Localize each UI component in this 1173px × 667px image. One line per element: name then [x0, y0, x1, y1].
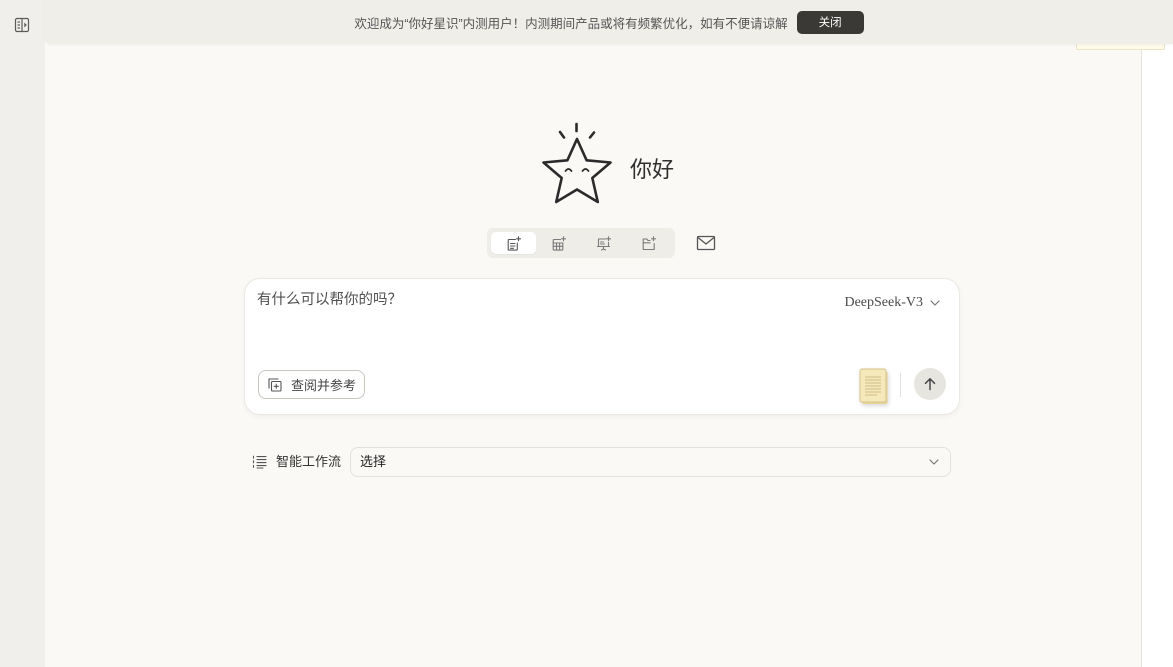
new-folder-icon: [641, 235, 656, 251]
toolbar-divider: [900, 373, 901, 397]
beta-notice-banner: 欢迎成为“你好星识”内测用户！内测期间产品或将有频繁优化，如有不便请谅解 关闭: [45, 0, 1173, 44]
create-type-tabs: [487, 228, 675, 258]
new-document-icon: [506, 235, 521, 251]
reference-button[interactable]: 查阅并参考: [258, 370, 365, 399]
mail-button[interactable]: [691, 228, 721, 258]
greeting-title: 你好: [630, 157, 675, 182]
app-window: 欢迎成为“你好星识”内测用户！内测期间产品或将有频繁优化，如有不便请谅解 关闭 …: [0, 0, 1173, 667]
tab-new-folder[interactable]: [626, 232, 671, 254]
mail-icon: [696, 235, 716, 251]
workflow-list-icon: [252, 455, 267, 469]
workflow-row: 智能工作流 选择: [252, 447, 996, 477]
right-panel: [1141, 0, 1173, 667]
main-content: 你好 有什么可以帮你的吗？ DeepSeek-V3 查阅并参考 智能工作流 选择: [45, 0, 1141, 667]
notepad-button[interactable]: [859, 368, 889, 405]
model-selector[interactable]: DeepSeek-V3: [844, 292, 940, 314]
workflow-select[interactable]: 选择: [350, 447, 951, 477]
add-reference-icon: [268, 377, 282, 392]
notepad-icon: [859, 368, 889, 405]
sidebar: [0, 0, 45, 667]
new-table-icon: [551, 235, 566, 251]
workflow-label: 智能工作流: [276, 454, 342, 469]
arrow-up-icon: [923, 377, 937, 391]
beta-notice-text: 欢迎成为“你好星识”内测用户！内测期间产品或将有频繁优化，如有不便请谅解: [354, 16, 788, 31]
tab-new-table[interactable]: [536, 232, 581, 254]
model-name: DeepSeek-V3: [844, 295, 923, 310]
tab-new-slides[interactable]: [581, 232, 626, 254]
sidebar-toggle-button[interactable]: [13, 17, 31, 35]
chevron-down-icon: [930, 300, 940, 306]
chat-input[interactable]: [257, 290, 817, 314]
workflow-selected-value: 选择: [360, 454, 387, 469]
sidebar-expand-icon: [14, 17, 30, 36]
star-mascot-icon: [537, 118, 617, 213]
chat-input-card: DeepSeek-V3 查阅并参考: [244, 278, 960, 415]
reference-label: 查阅并参考: [291, 378, 357, 393]
close-banner-button[interactable]: 关闭: [796, 10, 864, 34]
chevron-down-icon: [929, 459, 939, 465]
send-button[interactable]: [914, 368, 946, 400]
new-slides-icon: [596, 235, 611, 251]
tab-new-document[interactable]: [491, 232, 536, 254]
